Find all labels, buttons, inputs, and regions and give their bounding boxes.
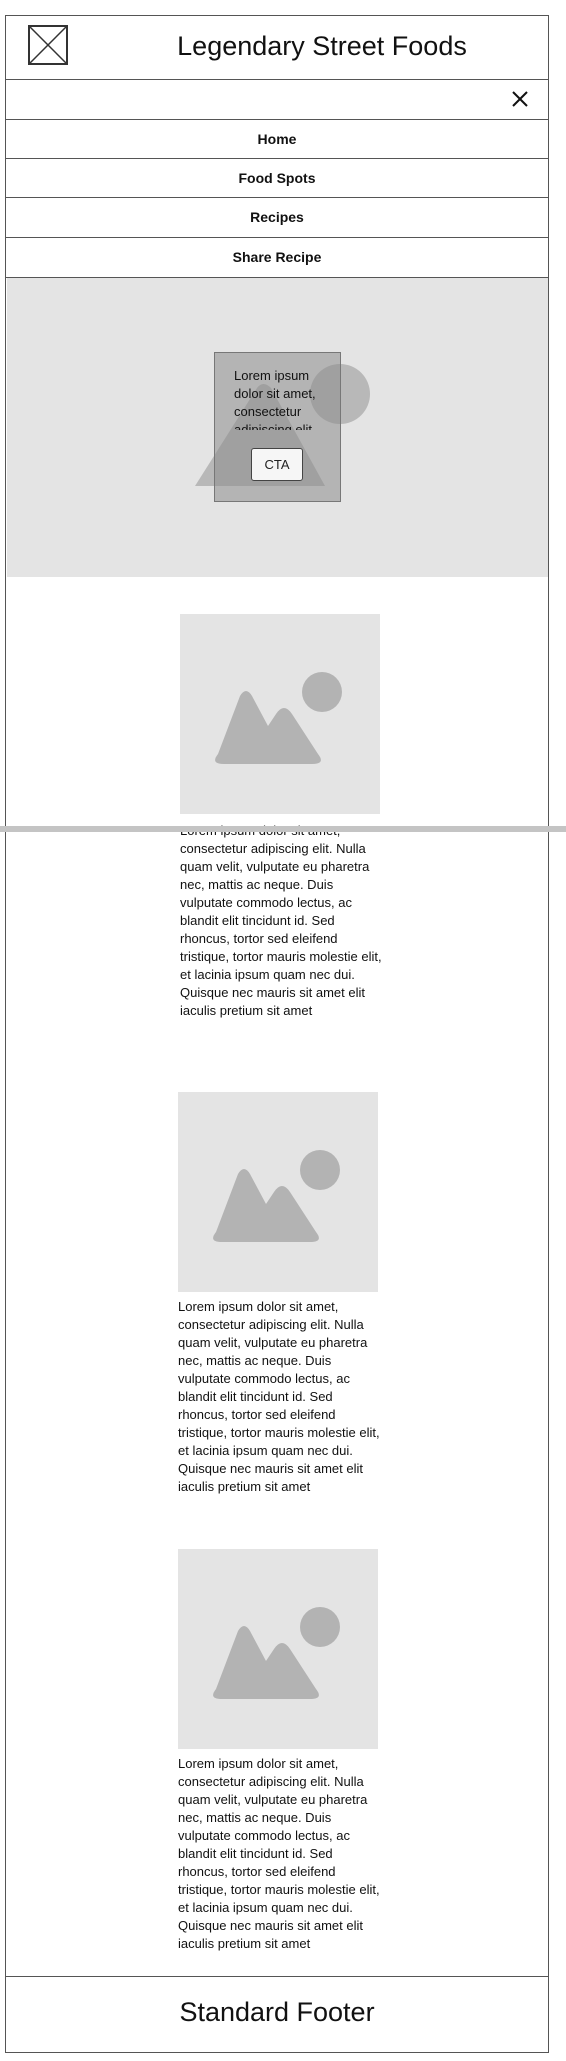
section-divider	[0, 826, 566, 832]
footer-title: Standard Footer	[179, 1997, 375, 2027]
nav-item-share-recipe[interactable]: Share Recipe	[5, 237, 549, 278]
nav-item-recipes[interactable]: Recipes	[5, 197, 549, 238]
cta-button[interactable]: CTA	[251, 448, 303, 481]
menu-close-bar	[5, 79, 549, 120]
card-text: Lorem ipsum dolor sit amet, consectetur …	[180, 823, 382, 1018]
hero-text: Lorem ipsum dolor sit amet, consectetur …	[234, 368, 316, 430]
close-icon[interactable]	[510, 89, 530, 109]
site-title: Legendary Street Foods	[177, 31, 467, 61]
card-image-placeholder-icon	[178, 1092, 378, 1292]
card-text: Lorem ipsum dolor sit amet, consectetur …	[178, 1299, 380, 1494]
nav-item-home[interactable]: Home	[5, 119, 549, 160]
hero-banner: Lorem ipsum dolor sit amet, consectetur …	[7, 278, 548, 577]
card-image-placeholder-icon	[178, 1549, 378, 1749]
site-header: Legendary Street Foods	[5, 15, 549, 80]
card-text: Lorem ipsum dolor sit amet, consectetur …	[178, 1756, 380, 1951]
card-image-placeholder-icon	[180, 614, 380, 814]
site-footer: Standard Footer	[5, 1976, 549, 2053]
nav-item-food-spots[interactable]: Food Spots	[5, 158, 549, 199]
